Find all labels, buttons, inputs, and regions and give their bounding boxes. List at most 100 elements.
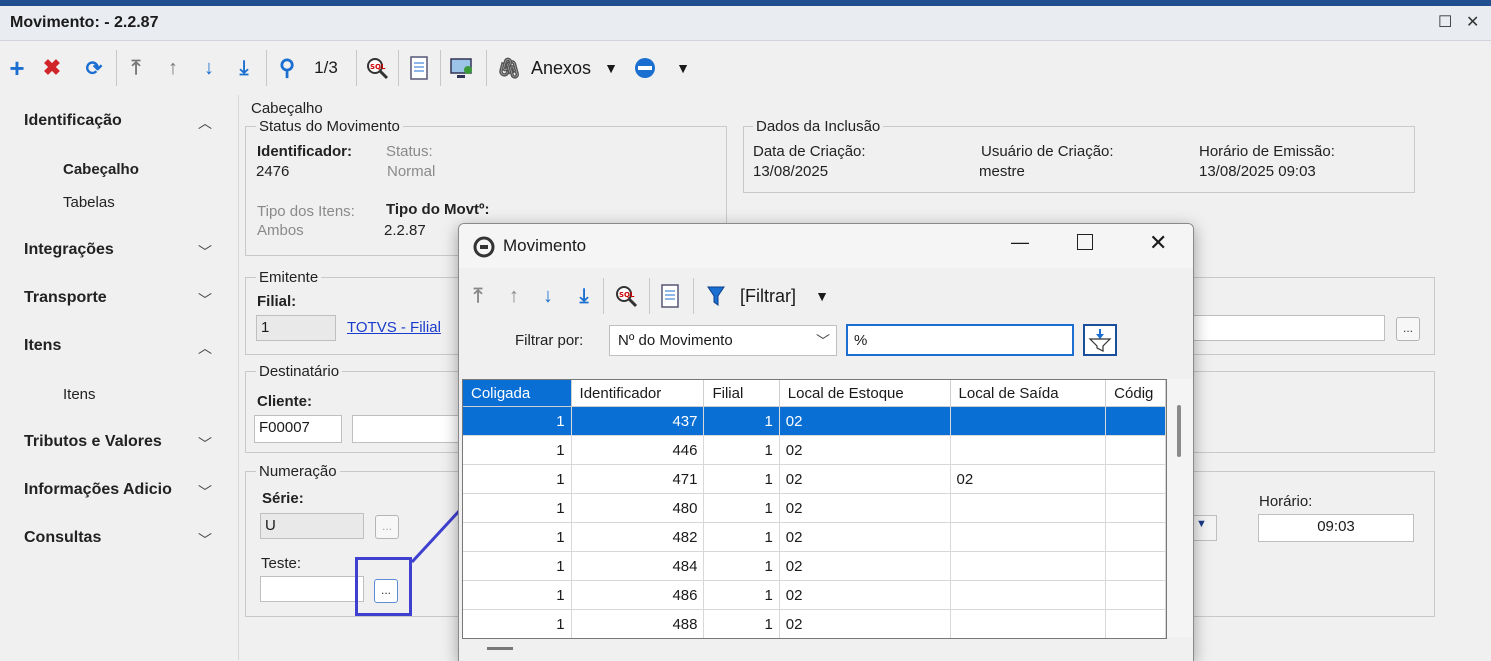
chevron-down-icon[interactable]: ﹀: [198, 242, 212, 262]
table-cell: 484: [571, 551, 705, 581]
filtrar-button[interactable]: [Filtrar]: [733, 282, 803, 310]
table-cell: 1: [463, 493, 572, 523]
table-cell: 02: [779, 493, 951, 523]
filial-code-field[interactable]: 1: [256, 315, 336, 341]
sidebar-item-integracoes[interactable]: Integrações: [24, 241, 114, 259]
table-cell: 1: [703, 406, 780, 436]
tipo-itens-value: Ambos: [257, 222, 304, 239]
serie-lookup-button[interactable]: ...: [375, 515, 399, 539]
sidebar-item-transporte[interactable]: Transporte: [24, 289, 107, 307]
serie-field[interactable]: U: [260, 513, 364, 539]
table-cell: [950, 435, 1107, 465]
maximize-icon[interactable]: ☐: [1438, 12, 1452, 32]
add-icon[interactable]: +: [6, 53, 28, 83]
totvs-logo-icon: [473, 236, 495, 258]
dialog-title: Movimento: [503, 236, 587, 255]
sidebar: Identificação ︿ Cabeçalho Tabelas Integr…: [0, 95, 238, 660]
chevron-down-icon[interactable]: ﹀: [198, 434, 212, 454]
column-header[interactable]: Local de Saída: [950, 380, 1107, 407]
anexos-button[interactable]: Anexos: [526, 54, 596, 82]
report-icon[interactable]: [406, 54, 432, 82]
sql-search-icon[interactable]: SQL: [364, 54, 390, 82]
column-header[interactable]: Códig: [1105, 380, 1166, 407]
anexos-dropdown-icon[interactable]: ▼: [602, 54, 620, 82]
report-icon[interactable]: [657, 282, 683, 310]
filial-lookup-button[interactable]: ...: [1396, 317, 1420, 341]
vertical-scrollbar[interactable]: [1167, 379, 1193, 637]
maximize-icon[interactable]: [1077, 234, 1093, 250]
minimize-icon[interactable]: —: [1011, 232, 1029, 253]
cliente-name-field[interactable]: [352, 415, 460, 443]
first-record-icon[interactable]: ⤒: [124, 54, 148, 82]
next-record-icon[interactable]: ↓: [537, 282, 559, 310]
table-cell: [1105, 609, 1166, 638]
table-row[interactable]: 1 484 1 02: [463, 551, 1166, 581]
search-icon[interactable]: ⚲: [274, 54, 300, 82]
table-row[interactable]: 1 471 1 02 02: [463, 464, 1166, 494]
table-row[interactable]: 1 486 1 02: [463, 580, 1166, 610]
column-header[interactable]: Identificador: [571, 380, 705, 407]
results-table: Coligada Identificador Filial Local de Esto…: [463, 380, 1166, 638]
sql-search-icon[interactable]: SQL: [613, 282, 639, 310]
table-cell: 02: [779, 580, 951, 610]
scrollbar-thumb[interactable]: [1177, 405, 1181, 457]
chevron-up-icon[interactable]: ︿: [198, 338, 212, 358]
table-cell: 02: [779, 435, 951, 465]
table-cell: [950, 551, 1107, 581]
chevron-down-icon[interactable]: ﹀: [198, 530, 212, 550]
teste-field[interactable]: [260, 576, 364, 602]
sidebar-subitem-cabecalho[interactable]: Cabeçalho: [63, 161, 139, 178]
cliente-code-field[interactable]: F00007: [254, 415, 342, 443]
table-cell: 02: [779, 551, 951, 581]
sidebar-item-itens[interactable]: Itens: [24, 337, 61, 355]
first-record-icon[interactable]: ⤒: [467, 282, 489, 310]
dropdown-arrow-icon[interactable]: ▼: [1191, 515, 1217, 541]
tipo-movto-value: 2.2.87: [384, 222, 426, 239]
close-icon[interactable]: ✕: [1466, 12, 1479, 32]
sidebar-item-tributos[interactable]: Tributos e Valores: [24, 433, 162, 451]
apply-filter-button[interactable]: [1083, 324, 1117, 356]
table-cell: 471: [571, 464, 705, 494]
chevron-down-icon[interactable]: ﹀: [198, 482, 212, 502]
column-header[interactable]: Local de Estoque: [779, 380, 951, 407]
table-row[interactable]: 1 480 1 02: [463, 493, 1166, 523]
filtrar-dropdown-icon[interactable]: ▼: [813, 282, 831, 310]
chevron-up-icon[interactable]: ︿: [198, 113, 212, 133]
filter-icon[interactable]: [705, 282, 727, 310]
horario-field[interactable]: 09:03: [1258, 514, 1414, 542]
filter-value-input[interactable]: %: [846, 324, 1074, 356]
paperclip-icon[interactable]: 🖇: [496, 54, 521, 82]
close-icon[interactable]: ✕: [1149, 230, 1167, 256]
column-header[interactable]: Filial: [703, 380, 780, 407]
column-header[interactable]: Coligada: [463, 380, 572, 407]
sidebar-item-informacoes[interactable]: Informações Adicio: [24, 481, 172, 499]
chevron-down-icon[interactable]: ﹀: [198, 290, 212, 310]
refresh-icon[interactable]: ⟳: [82, 54, 106, 82]
next-record-icon[interactable]: ↓: [198, 54, 220, 82]
last-record-icon[interactable]: ⤓: [573, 282, 595, 310]
sidebar-subitem-itens[interactable]: Itens: [63, 386, 96, 403]
last-record-icon[interactable]: ⤓: [232, 54, 256, 82]
data-criacao-label: Data de Criação:: [753, 143, 866, 160]
previous-record-icon[interactable]: ↑: [503, 282, 525, 310]
dialog-titlebar: Movimento — ✕: [459, 224, 1193, 268]
teste-lookup-highlight: [355, 557, 412, 616]
table-cell: [950, 609, 1107, 638]
filtrar-por-select[interactable]: Nº do Movimento ﹀: [609, 325, 837, 356]
filial-link[interactable]: TOTVS - Filial: [347, 319, 441, 336]
table-row[interactable]: 1 437 1 02: [463, 406, 1166, 436]
filial-name-field[interactable]: [1189, 315, 1385, 341]
horizontal-scrollbar-thumb[interactable]: [487, 647, 513, 650]
options-dropdown-icon[interactable]: ▼: [674, 54, 692, 82]
table-row[interactable]: 1 482 1 02: [463, 522, 1166, 552]
table-row[interactable]: 1 446 1 02: [463, 435, 1166, 465]
sidebar-subitem-tabelas[interactable]: Tabelas: [63, 194, 115, 211]
sidebar-item-identificacao[interactable]: Identificação: [24, 112, 122, 130]
page-counter: 1/3: [314, 58, 338, 77]
processes-icon[interactable]: [448, 54, 476, 82]
options-icon[interactable]: [632, 54, 658, 82]
table-row[interactable]: 1 488 1 02: [463, 609, 1166, 638]
previous-record-icon[interactable]: ↑: [162, 54, 184, 82]
delete-icon[interactable]: ✖: [40, 54, 64, 82]
sidebar-item-consultas[interactable]: Consultas: [24, 529, 101, 547]
